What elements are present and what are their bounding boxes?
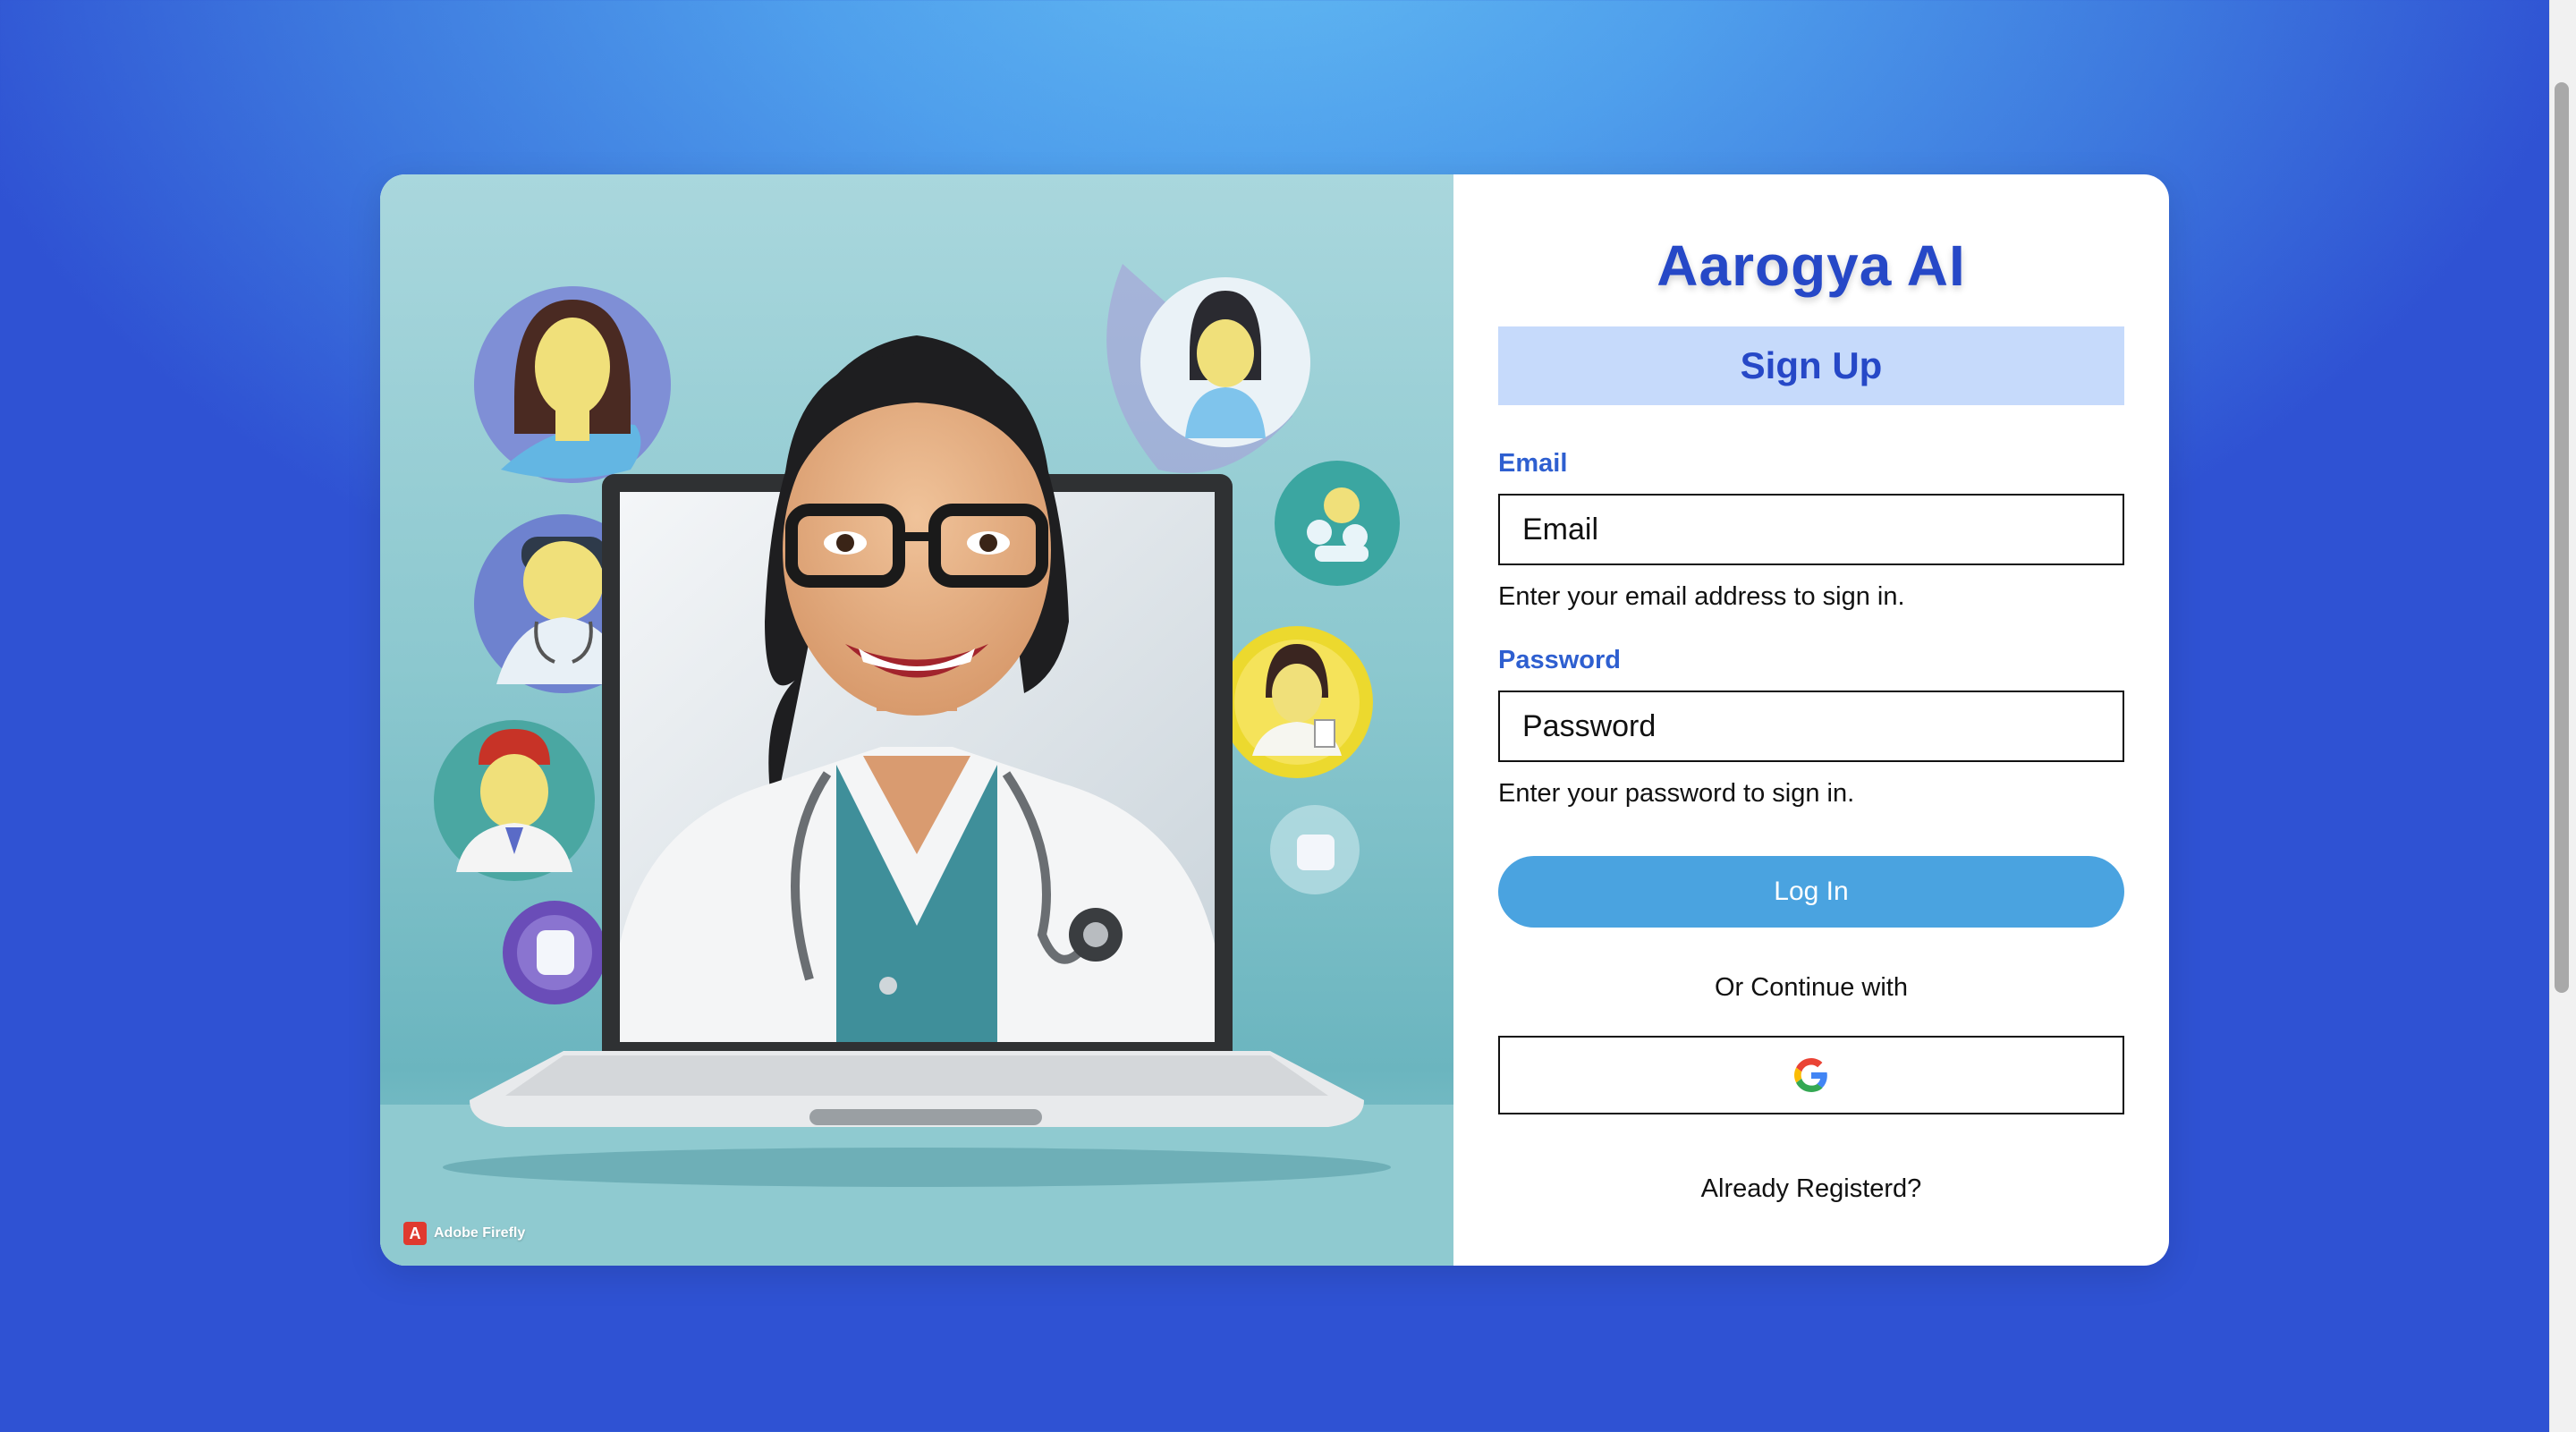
password-input[interactable]	[1498, 691, 2124, 762]
or-continue-text: Or Continue with	[1715, 973, 1908, 1002]
adobe-firefly-icon: A	[403, 1222, 427, 1245]
brand-title: Aarogya AI	[1657, 233, 1966, 298]
email-input[interactable]	[1498, 494, 2124, 565]
email-help-text: Enter your email address to sign in.	[1498, 582, 1905, 611]
doctor-laptop-illustration	[380, 264, 1453, 1266]
adobe-firefly-badge: A Adobe Firefly	[403, 1221, 525, 1246]
password-label: Password	[1498, 646, 1621, 674]
email-label: Email	[1498, 449, 1568, 478]
hero-illustration: A Adobe Firefly	[380, 174, 1453, 1266]
patient-avatar-5	[1221, 626, 1373, 778]
medical-chat-icon	[1275, 461, 1400, 586]
patient-avatar-4	[1106, 264, 1310, 473]
google-signin-button[interactable]	[1498, 1036, 2124, 1114]
pill-icon-right	[1270, 805, 1360, 894]
password-help-text: Enter your password to sign in.	[1498, 779, 1855, 808]
signup-card: A Adobe Firefly Aarogya AI Sign Up Email…	[380, 174, 2169, 1266]
already-registered-link[interactable]: Already Registerd?	[1453, 1174, 2169, 1204]
page-scrollbar-thumb[interactable]	[2555, 82, 2569, 993]
google-icon	[1794, 1058, 1827, 1092]
pill-icon-left	[503, 901, 606, 1004]
form-heading: Sign Up	[1498, 326, 2124, 405]
patient-avatar-1	[474, 286, 671, 483]
adobe-firefly-label: Adobe Firefly	[434, 1225, 526, 1241]
doctor-avatar-3	[434, 720, 595, 881]
signup-form: Aarogya AI Sign Up Email Enter your emai…	[1453, 174, 2169, 1266]
login-button[interactable]: Log In	[1498, 856, 2124, 928]
